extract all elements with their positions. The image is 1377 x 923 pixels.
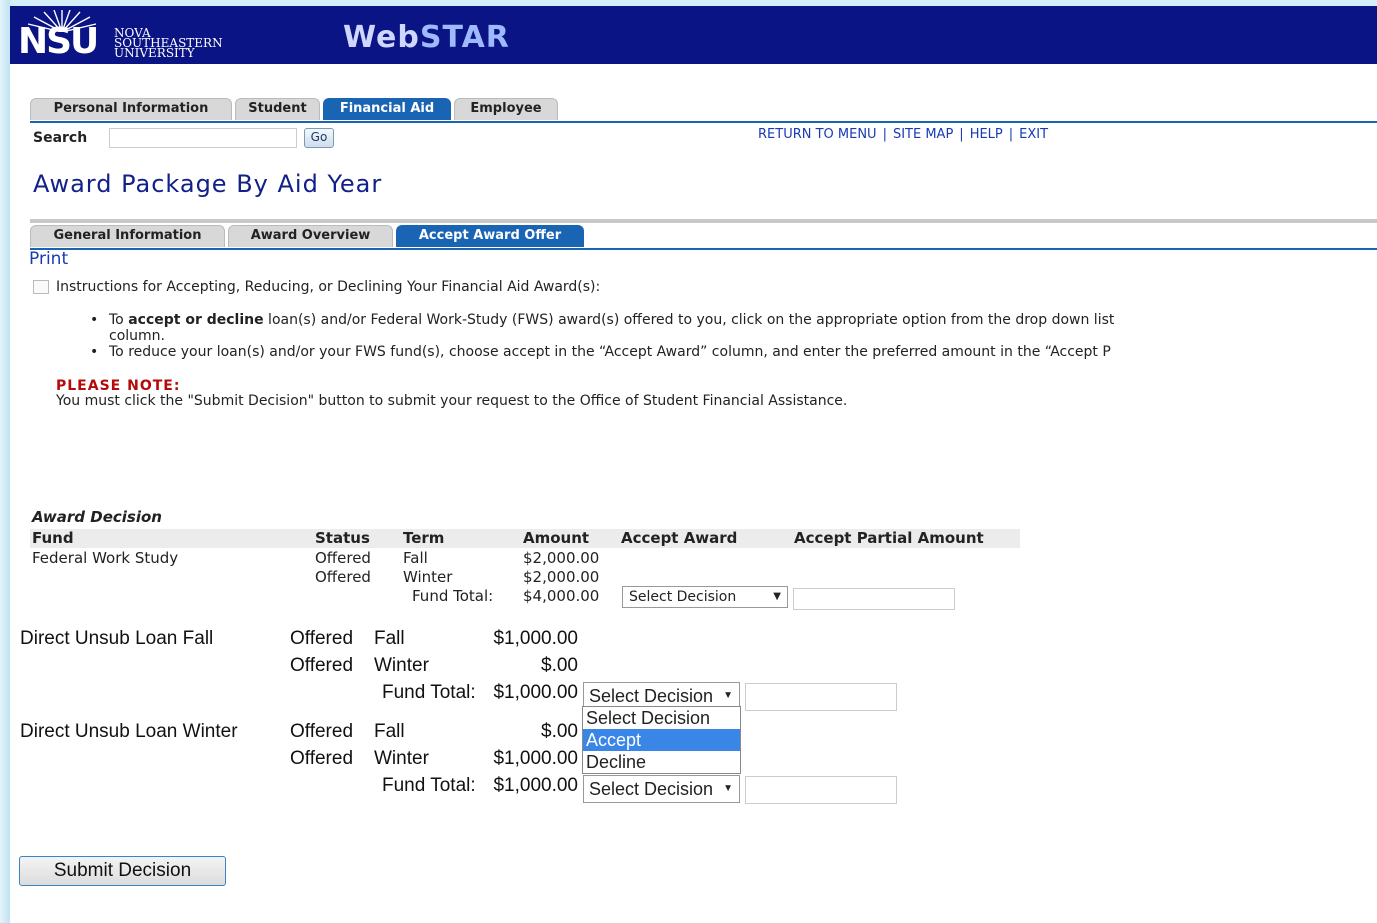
fund-name-fws: Federal Work Study <box>32 549 179 567</box>
unsub-fall-amount-fall: $1,000.00 <box>493 628 578 649</box>
col-header-fund: Fund <box>32 529 74 547</box>
col-header-status: Status <box>315 529 370 547</box>
page-title: Award Package By Aid Year <box>33 170 383 198</box>
instructions-checkbox-icon <box>33 280 49 294</box>
please-note-text: You must click the "Submit Decision" but… <box>56 393 848 409</box>
search-input[interactable] <box>109 128 297 148</box>
fws-status-fall: Offered <box>315 549 371 567</box>
unsub-fall-fund-total: $1,000.00 <box>493 682 578 703</box>
col-header-term: Term <box>403 529 445 547</box>
unsub-fall-fund-total-label: Fund Total: <box>382 682 476 703</box>
unsub-fall-partial-amount-input[interactable] <box>745 683 897 711</box>
instructions-list: To accept or decline loan(s) and/or Fede… <box>90 312 1377 360</box>
instructions-title: Instructions for Accepting, Reducing, or… <box>56 279 601 295</box>
unsub-fall-amount-winter: $.00 <box>541 655 578 676</box>
header-banner: NSU NOVA SOUTHEASTERN UNIVERSITY WebSTAR <box>10 6 1377 64</box>
logo-nsu-text: NSU <box>18 21 99 62</box>
unsub-winter-amount-winter: $1,000.00 <box>493 748 578 769</box>
unsub-fall-status-fall: Offered <box>290 628 354 649</box>
help-link[interactable]: HELP <box>970 127 1003 142</box>
search-label: Search <box>33 130 88 146</box>
fws-decision-select[interactable]: Select Decision ▼ <box>622 586 788 608</box>
nsu-logo[interactable]: NSU NOVA SOUTHEASTERN UNIVERSITY <box>18 10 268 62</box>
print-link[interactable]: Print <box>29 249 68 269</box>
fws-status-winter: Offered <box>315 568 371 586</box>
section-divider <box>30 219 1377 223</box>
tab-general-information[interactable]: General Information <box>30 225 225 247</box>
unsub-winter-term-fall: Fall <box>374 721 405 742</box>
exit-link[interactable]: EXIT <box>1019 127 1048 142</box>
webstar-title: WebSTAR <box>343 20 510 55</box>
submit-decision-button[interactable]: Submit Decision <box>19 856 226 886</box>
unsub-winter-decision-select[interactable]: Select Decision ▼ <box>583 775 740 803</box>
fws-fund-total-label: Fund Total: <box>412 587 494 605</box>
tab-employee[interactable]: Employee <box>454 98 558 120</box>
col-header-accept-partial: Accept Partial Amount <box>794 529 984 547</box>
fund-name-unsub-winter: Direct Unsub Loan Winter <box>20 721 238 742</box>
unsub-fall-term-winter: Winter <box>374 655 429 676</box>
top-links: RETURN TO MENU | SITE MAP | HELP | EXIT <box>758 127 1049 142</box>
fws-partial-amount-input[interactable] <box>793 588 955 610</box>
unsub-winter-fund-total: $1,000.00 <box>493 775 578 796</box>
tab-financial-aid[interactable]: Financial Aid <box>323 98 451 120</box>
unsub-fall-status-winter: Offered <box>290 655 354 676</box>
unsub-winter-term-winter: Winter <box>374 748 429 769</box>
col-header-amount: Amount <box>523 529 590 547</box>
fws-term-winter: Winter <box>403 568 453 586</box>
chevron-down-icon: ▼ <box>773 591 781 602</box>
tab-personal-information[interactable]: Personal Information <box>30 98 232 120</box>
subtab-underline <box>30 248 1377 250</box>
logo-university-name: NOVA SOUTHEASTERN UNIVERSITY <box>114 26 223 60</box>
col-header-accept-award: Accept Award <box>621 529 738 547</box>
unsub-winter-status-fall: Offered <box>290 721 354 742</box>
award-decision-caption: Award Decision <box>32 508 162 526</box>
dropdown-option-select-decision[interactable]: Select Decision <box>583 707 740 729</box>
please-note-label: PLEASE NOTE: <box>56 378 181 394</box>
chevron-down-icon: ▼ <box>723 783 733 794</box>
tab-accept-award-offer[interactable]: Accept Award Offer <box>396 225 584 247</box>
unsub-winter-amount-fall: $.00 <box>541 721 578 742</box>
fund-name-unsub-fall: Direct Unsub Loan Fall <box>20 628 214 649</box>
fws-amount-fall: $2,000.00 <box>523 549 600 567</box>
site-map-link[interactable]: SITE MAP <box>893 127 953 142</box>
unsub-fall-term-fall: Fall <box>374 628 405 649</box>
go-button[interactable]: Go <box>304 128 334 148</box>
tab-award-overview[interactable]: Award Overview <box>228 225 393 247</box>
left-gradient-edge <box>0 0 10 923</box>
unsub-winter-partial-amount-input[interactable] <box>745 776 897 804</box>
fws-amount-winter: $2,000.00 <box>523 568 600 586</box>
dropdown-option-accept[interactable]: Accept <box>583 729 740 751</box>
tab-student[interactable]: Student <box>235 98 320 120</box>
unsub-winter-status-winter: Offered <box>290 748 354 769</box>
instruction-bullet-accept: To accept or decline loan(s) and/or Fede… <box>90 312 1377 344</box>
tab-underline <box>30 121 1377 123</box>
dropdown-option-decline[interactable]: Decline <box>583 751 740 773</box>
return-to-menu-link[interactable]: RETURN TO MENU <box>758 127 877 142</box>
page: NSU NOVA SOUTHEASTERN UNIVERSITY WebSTAR… <box>10 6 1377 923</box>
unsub-winter-fund-total-label: Fund Total: <box>382 775 476 796</box>
decision-dropdown-list: Select Decision Accept Decline <box>582 706 741 774</box>
fws-term-fall: Fall <box>403 549 428 567</box>
fws-fund-total: $4,000.00 <box>523 587 600 605</box>
instruction-bullet-reduce: To reduce your loan(s) and/or your FWS f… <box>90 344 1377 360</box>
